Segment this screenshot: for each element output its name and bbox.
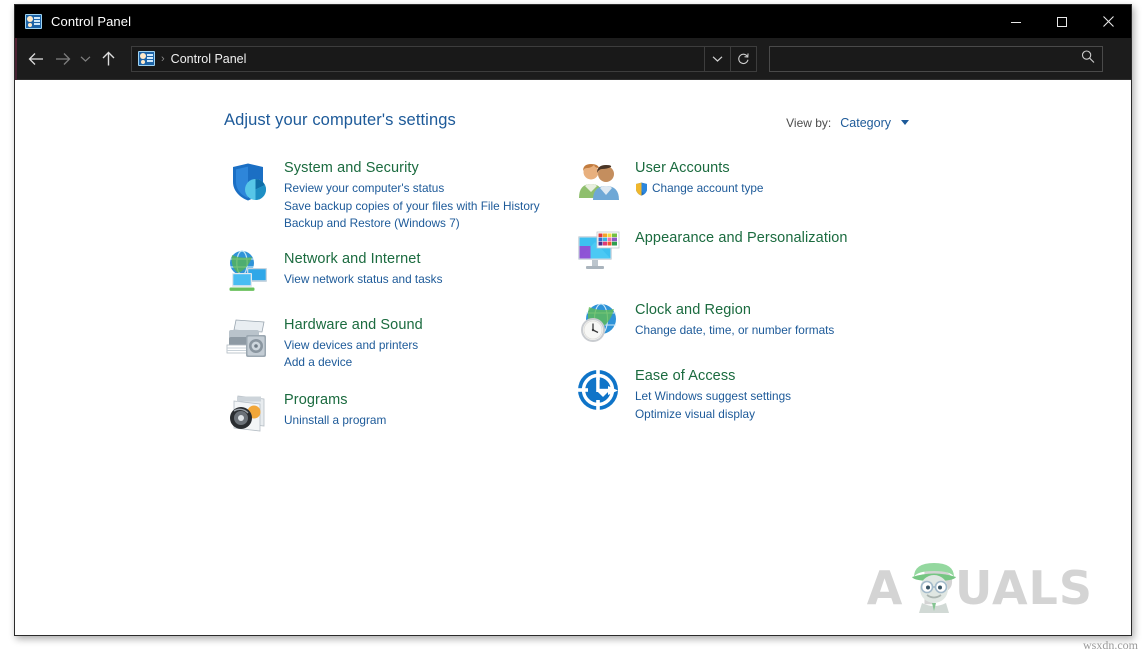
left-category-column: System and Security Review your computer… xyxy=(224,158,564,454)
printer-speaker-icon[interactable] xyxy=(224,315,272,363)
appuals-mascot-icon xyxy=(906,557,962,615)
category-system-and-security[interactable]: System and Security Review your computer… xyxy=(224,158,564,233)
category-sublink[interactable]: Uninstall a program xyxy=(284,412,386,430)
user-accounts-people-icon[interactable] xyxy=(575,158,623,206)
category-body: System and Security Review your computer… xyxy=(272,158,540,233)
search-magnifier-icon[interactable] xyxy=(1081,49,1095,68)
category-sublink[interactable]: Add a device xyxy=(284,354,423,372)
right-category-column: User Accounts Change account type Appear… xyxy=(575,158,925,439)
category-body: Network and Internet View network status… xyxy=(272,249,442,289)
globe-monitors-icon[interactable] xyxy=(224,249,272,297)
breadcrumb-control-panel-icon xyxy=(138,51,155,66)
category-body: Appearance and Personalization xyxy=(623,228,848,250)
category-body: Hardware and Sound View devices and prin… xyxy=(272,315,423,372)
category-user-accounts[interactable]: User Accounts Change account type xyxy=(575,158,925,206)
appuals-watermark: A PUALS xyxy=(867,561,1093,615)
category-title-link[interactable]: Programs xyxy=(284,391,348,410)
view-by-value[interactable]: Category xyxy=(840,116,891,130)
footer-credit: wsxdn.com xyxy=(1083,638,1138,652)
page-title: Adjust your computer's settings xyxy=(224,111,456,129)
category-network-and-internet[interactable]: Network and Internet View network status… xyxy=(224,249,564,297)
category-body: Clock and Region Change date, time, or n… xyxy=(623,300,834,340)
control-panel-icon xyxy=(25,14,42,29)
category-title-link[interactable]: Ease of Access xyxy=(635,367,736,386)
title-bar: Control Panel xyxy=(15,5,1131,38)
uac-shield-icon xyxy=(635,182,648,196)
category-body: User Accounts Change account type xyxy=(623,158,764,198)
shield-chart-icon[interactable] xyxy=(224,158,272,206)
category-title-link[interactable]: User Accounts xyxy=(635,159,730,178)
navigation-bar: › Control Panel xyxy=(15,38,1131,80)
back-arrow-icon[interactable] xyxy=(23,38,49,80)
category-title-link[interactable]: Appearance and Personalization xyxy=(635,229,848,248)
category-sublink[interactable]: Save backup copies of your files with Fi… xyxy=(284,198,540,216)
address-dropdown-chevron-icon[interactable] xyxy=(704,46,730,71)
category-sublink[interactable]: Review your computer's status xyxy=(284,180,540,198)
category-sublink[interactable]: Let Windows suggest settings xyxy=(635,388,791,406)
category-body: Ease of Access Let Windows suggest setti… xyxy=(623,366,791,423)
window-controls xyxy=(993,5,1131,38)
category-sublink[interactable]: Optimize visual display xyxy=(635,406,791,424)
maximize-button[interactable] xyxy=(1039,5,1085,38)
program-disc-icon[interactable] xyxy=(224,390,272,438)
category-title-link[interactable]: Network and Internet xyxy=(284,250,421,269)
minimize-button[interactable] xyxy=(993,5,1039,38)
control-panel-window: Control Panel › Control Panel Adjust you… xyxy=(14,4,1132,636)
category-programs[interactable]: Programs Uninstall a program xyxy=(224,390,564,438)
up-arrow-icon[interactable] xyxy=(95,38,121,80)
clock-globe-icon[interactable] xyxy=(575,300,623,348)
ease-of-access-icon[interactable] xyxy=(575,366,623,414)
content-area: Adjust your computer's settings View by:… xyxy=(15,80,1131,635)
category-title-link[interactable]: System and Security xyxy=(284,159,419,178)
breadcrumb-path[interactable]: Control Panel xyxy=(171,52,247,66)
category-ease-of-access[interactable]: Ease of Access Let Windows suggest setti… xyxy=(575,366,925,423)
window-title: Control Panel xyxy=(51,14,132,29)
search-box[interactable] xyxy=(769,45,1103,72)
watermark-text: A PUALS xyxy=(866,561,1093,615)
recent-locations-chevron-icon[interactable] xyxy=(75,38,95,80)
address-bar-buttons xyxy=(704,46,756,71)
close-button[interactable] xyxy=(1085,5,1131,38)
category-clock-and-region[interactable]: Clock and Region Change date, time, or n… xyxy=(575,300,925,348)
view-by-control: View by: Category xyxy=(786,116,909,130)
forward-arrow-icon[interactable] xyxy=(49,38,75,80)
category-sublink[interactable]: Change date, time, or number formats xyxy=(635,322,834,340)
category-sublink-change-account-type[interactable]: Change account type xyxy=(635,180,764,198)
category-sublink[interactable]: Backup and Restore (Windows 7) xyxy=(284,215,540,233)
address-bar[interactable]: › Control Panel xyxy=(131,45,757,72)
refresh-icon[interactable] xyxy=(730,46,756,71)
category-title-link[interactable]: Hardware and Sound xyxy=(284,316,423,335)
category-sublink[interactable]: View network status and tasks xyxy=(284,271,442,289)
category-appearance-and-personalization[interactable]: Appearance and Personalization xyxy=(575,228,925,276)
category-sublink[interactable]: View devices and printers xyxy=(284,337,423,355)
view-by-label: View by: xyxy=(786,116,832,130)
monitor-palette-icon[interactable] xyxy=(575,228,623,276)
chevron-down-icon[interactable] xyxy=(901,120,909,125)
category-title-link[interactable]: Clock and Region xyxy=(635,301,751,320)
breadcrumb-separator: › xyxy=(161,52,165,65)
search-input[interactable] xyxy=(770,51,1102,66)
category-sublink-label: Change account type xyxy=(652,181,764,195)
category-body: Programs Uninstall a program xyxy=(272,390,386,430)
screenshot-root: Control Panel › Control Panel Adjust you… xyxy=(0,0,1146,655)
category-hardware-and-sound[interactable]: Hardware and Sound View devices and prin… xyxy=(224,315,564,372)
